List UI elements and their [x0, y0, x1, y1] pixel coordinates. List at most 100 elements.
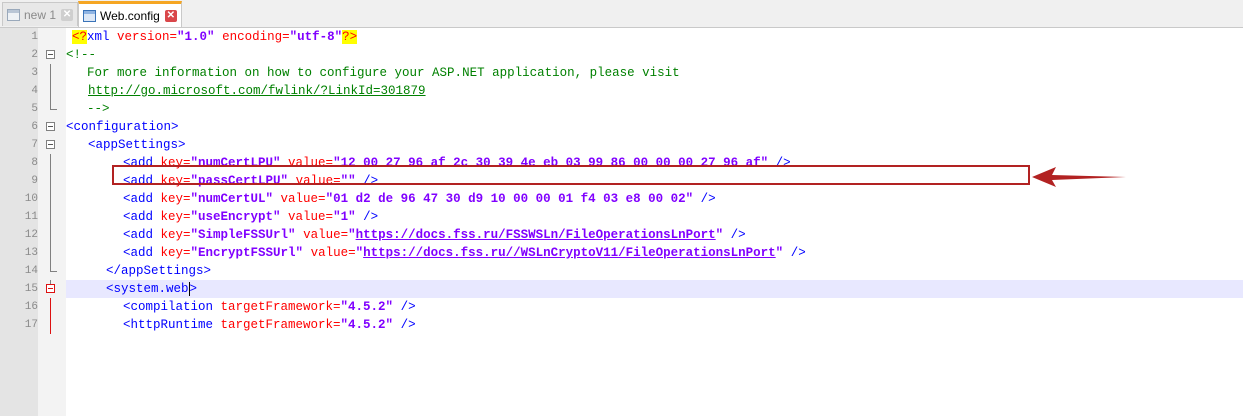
line-number: 14 [0, 262, 38, 280]
fold-margin [38, 298, 66, 316]
code-line: 16 <compilation targetFramework="4.5.2" … [0, 298, 1243, 316]
fold-margin [38, 190, 66, 208]
url-link[interactable]: https://docs.fss.ru/FSSWSLn/FileOperatio… [356, 228, 716, 242]
code-token: value= [303, 246, 356, 260]
code-token: "01 d2 de 96 47 30 d9 10 00 00 01 f4 03 … [325, 192, 694, 206]
code-token: key= [153, 192, 191, 206]
code-token: "4.5.2" [340, 318, 394, 332]
file-icon [83, 9, 96, 22]
tab-label: Web.config [100, 8, 160, 23]
code-token: key= [153, 246, 191, 260]
code-token: /> [723, 228, 746, 242]
gutter-fill [0, 334, 38, 416]
annotation-arrow-icon [1032, 167, 1126, 187]
code-line: 14 </appSettings> [0, 262, 1243, 280]
line-number: 9 [0, 172, 38, 190]
line-number: 1 [0, 28, 38, 46]
fold-margin [38, 82, 66, 100]
code-token: /> [783, 246, 806, 260]
code-token: --> [72, 102, 110, 116]
url-link[interactable]: https://docs.fss.ru//WSLnCryptoV11/FileO… [363, 246, 776, 260]
code-token: "4.5.2" [340, 300, 394, 314]
fold-margin [38, 262, 66, 280]
code-token: key= [153, 228, 191, 242]
code-token: "1" [333, 210, 356, 224]
code-token: <httpRuntime [123, 318, 214, 332]
code-line: 13 <add key="EncryptFSSUrl" value="https… [0, 244, 1243, 262]
code-editor[interactable]: 1 <?xml version="1.0" encoding="utf-8"?>… [0, 28, 1243, 416]
fold-collapse-icon[interactable] [46, 122, 55, 131]
code-token: <!-- [66, 48, 97, 62]
code-token: value= [295, 228, 349, 242]
code-line: 7 <appSettings> [0, 136, 1243, 154]
code-token: " [348, 228, 356, 242]
annotation-highlight-box [112, 165, 1030, 185]
code-token: <add [123, 192, 154, 206]
code-token: <system.web [106, 282, 189, 296]
line-number: 2 [0, 46, 38, 64]
code-token: /> [393, 318, 416, 332]
code-line: 10 <add key="numCertUL" value="01 d2 de … [0, 190, 1243, 208]
code-line: 2 <!-- [0, 46, 1243, 64]
line-number: 13 [0, 244, 38, 262]
line-number: 3 [0, 64, 38, 82]
fold-margin-fill [38, 334, 66, 416]
tab-label: new 1 [24, 7, 57, 22]
tab-bar: new 1 ✕ Web.config ✕ [0, 0, 1243, 28]
code-token: <add [123, 210, 154, 224]
code-token: For more information on how to configure… [72, 66, 680, 80]
line-number: 5 [0, 100, 38, 118]
code-line: 3 For more information on how to configu… [0, 64, 1243, 82]
code-token: "numCertUL" [190, 192, 274, 206]
fold-margin [38, 118, 66, 136]
code-token: "utf-8" [289, 30, 343, 44]
line-number: 12 [0, 226, 38, 244]
code-token: version= [109, 30, 178, 44]
code-token: /> [355, 210, 379, 224]
fold-margin [38, 136, 66, 154]
code-line: 1 <?xml version="1.0" encoding="utf-8"?> [0, 28, 1243, 46]
line-number: 16 [0, 298, 38, 316]
code-token: "1.0" [177, 30, 215, 44]
tab-web-config[interactable]: Web.config ✕ [78, 1, 182, 27]
code-token: targetFramework= [213, 300, 341, 314]
code-token: targetFramework= [213, 318, 341, 332]
tab-new-1[interactable]: new 1 ✕ [2, 2, 79, 26]
line-number: 8 [0, 154, 38, 172]
fold-margin [38, 316, 66, 334]
code-token: xml [87, 30, 110, 44]
code-token: encoding= [214, 30, 290, 44]
fold-margin [38, 208, 66, 226]
code-token: "EncryptFSSUrl" [190, 246, 304, 260]
code-token: value= [273, 192, 326, 206]
line-number: 10 [0, 190, 38, 208]
fold-collapse-icon[interactable] [46, 140, 55, 149]
line-number: 15 [0, 280, 38, 298]
fold-margin [38, 154, 66, 172]
close-icon[interactable]: ✕ [164, 9, 177, 22]
fold-margin [38, 226, 66, 244]
fold-margin [38, 64, 66, 82]
code-token: "useEncrypt" [190, 210, 281, 224]
code-token: <add [123, 228, 154, 242]
code-token: <add [123, 246, 154, 260]
code-token: <configuration> [66, 120, 179, 134]
fold-margin [38, 172, 66, 190]
line-number: 17 [0, 316, 38, 334]
fold-margin [38, 28, 66, 46]
file-icon [7, 8, 20, 21]
comment-link[interactable]: http://go.microsoft.com/fwlink/?LinkId=3… [88, 84, 426, 98]
code-line-current: 15 <system.web> [0, 280, 1243, 298]
line-number: 6 [0, 118, 38, 136]
line-number: 7 [0, 136, 38, 154]
code-line: 6 <configuration> [0, 118, 1243, 136]
fold-margin [38, 244, 66, 262]
code-token: > [188, 282, 198, 296]
fold-collapse-icon[interactable] [46, 284, 55, 293]
code-line: 11 <add key="useEncrypt" value="1" /> [0, 208, 1243, 226]
code-token: key= [153, 210, 191, 224]
close-icon[interactable]: ✕ [61, 8, 74, 21]
code-token: </appSettings> [106, 264, 212, 278]
fold-collapse-icon[interactable] [46, 50, 55, 59]
code-line: 17 <httpRuntime targetFramework="4.5.2" … [0, 316, 1243, 334]
